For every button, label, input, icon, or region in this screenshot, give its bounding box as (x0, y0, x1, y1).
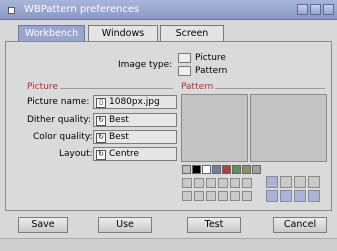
cycle-icon: ↻ (96, 116, 106, 126)
picture-name-field[interactable]: ▯ 1080px.jpg (93, 95, 177, 109)
dither-quality-label: Dither quality: (27, 115, 91, 125)
test-button[interactable]: Test (187, 217, 241, 233)
picture-section-title: Picture (27, 82, 58, 92)
status-bar (0, 238, 337, 251)
pattern-tool-button[interactable] (294, 176, 306, 188)
palette-swatch[interactable] (182, 165, 191, 174)
pattern-tool-button[interactable] (308, 190, 320, 202)
pattern-option-label: Pattern (195, 66, 228, 76)
tool-button[interactable] (206, 191, 216, 201)
pattern-preview (250, 94, 327, 162)
tab-windows[interactable]: Windows (88, 25, 158, 41)
picture-radio[interactable] (178, 53, 191, 63)
tool-button[interactable] (242, 178, 252, 188)
picture-section-divider (60, 88, 173, 89)
cycle-icon: ↻ (96, 133, 106, 143)
cancel-button[interactable]: Cancel (273, 217, 327, 233)
pattern-section-divider (215, 88, 325, 89)
use-button[interactable]: Use (98, 217, 152, 233)
layout-label: Layout: (59, 149, 93, 159)
dither-quality-value: Best (109, 115, 129, 125)
layout-cycle[interactable]: ↻ Centre (93, 147, 177, 161)
layout-value: Centre (109, 149, 140, 159)
tool-button[interactable] (182, 191, 192, 201)
tool-button[interactable] (230, 178, 240, 188)
pattern-section-title: Pattern (181, 82, 214, 92)
picture-name-value: 1080px.jpg (109, 97, 160, 107)
palette-swatch[interactable] (222, 165, 231, 174)
palette-swatch[interactable] (192, 165, 201, 174)
pattern-radio[interactable] (178, 66, 191, 76)
color-quality-label: Color quality: (33, 132, 93, 142)
tool-button[interactable] (206, 178, 216, 188)
tab-workbench[interactable]: Workbench (18, 25, 85, 41)
pattern-tool-button[interactable] (280, 176, 292, 188)
color-quality-value: Best (109, 132, 129, 142)
dither-quality-cycle[interactable]: ↻ Best (93, 113, 177, 127)
cycle-icon: ↻ (96, 150, 106, 160)
tool-button[interactable] (194, 178, 204, 188)
title-bar[interactable]: WBPattern preferences (0, 0, 337, 20)
pattern-tool-button[interactable] (280, 190, 292, 202)
iconify-gadget-icon[interactable] (297, 4, 308, 15)
tool-button[interactable] (230, 191, 240, 201)
tool-button[interactable] (242, 191, 252, 201)
pattern-editor-canvas[interactable] (181, 94, 248, 162)
tool-button[interactable] (218, 191, 228, 201)
file-icon[interactable]: ▯ (96, 98, 106, 108)
palette-swatch[interactable] (252, 165, 261, 174)
palette-swatch[interactable] (242, 165, 251, 174)
window-title: WBPattern preferences (24, 4, 140, 15)
tool-button[interactable] (194, 191, 204, 201)
close-gadget-icon[interactable] (8, 7, 15, 14)
color-quality-cycle[interactable]: ↻ Best (93, 130, 177, 144)
pattern-tool-button[interactable] (294, 190, 306, 202)
pattern-tool-button[interactable] (308, 176, 320, 188)
tool-button[interactable] (218, 178, 228, 188)
pattern-tool-button[interactable] (266, 176, 278, 188)
tab-screen[interactable]: Screen (160, 25, 224, 41)
image-type-label: Image type: (118, 60, 173, 70)
palette-swatch[interactable] (212, 165, 221, 174)
picture-option-label: Picture (195, 53, 226, 63)
zoom-gadget-icon[interactable] (310, 4, 321, 15)
save-button[interactable]: Save (18, 217, 68, 233)
depth-gadget-icon[interactable] (323, 4, 334, 15)
picture-name-label: Picture name: (27, 97, 90, 107)
palette-swatch[interactable] (232, 165, 241, 174)
tool-button[interactable] (182, 178, 192, 188)
pattern-tool-button[interactable] (266, 190, 278, 202)
palette-swatch[interactable] (202, 165, 211, 174)
